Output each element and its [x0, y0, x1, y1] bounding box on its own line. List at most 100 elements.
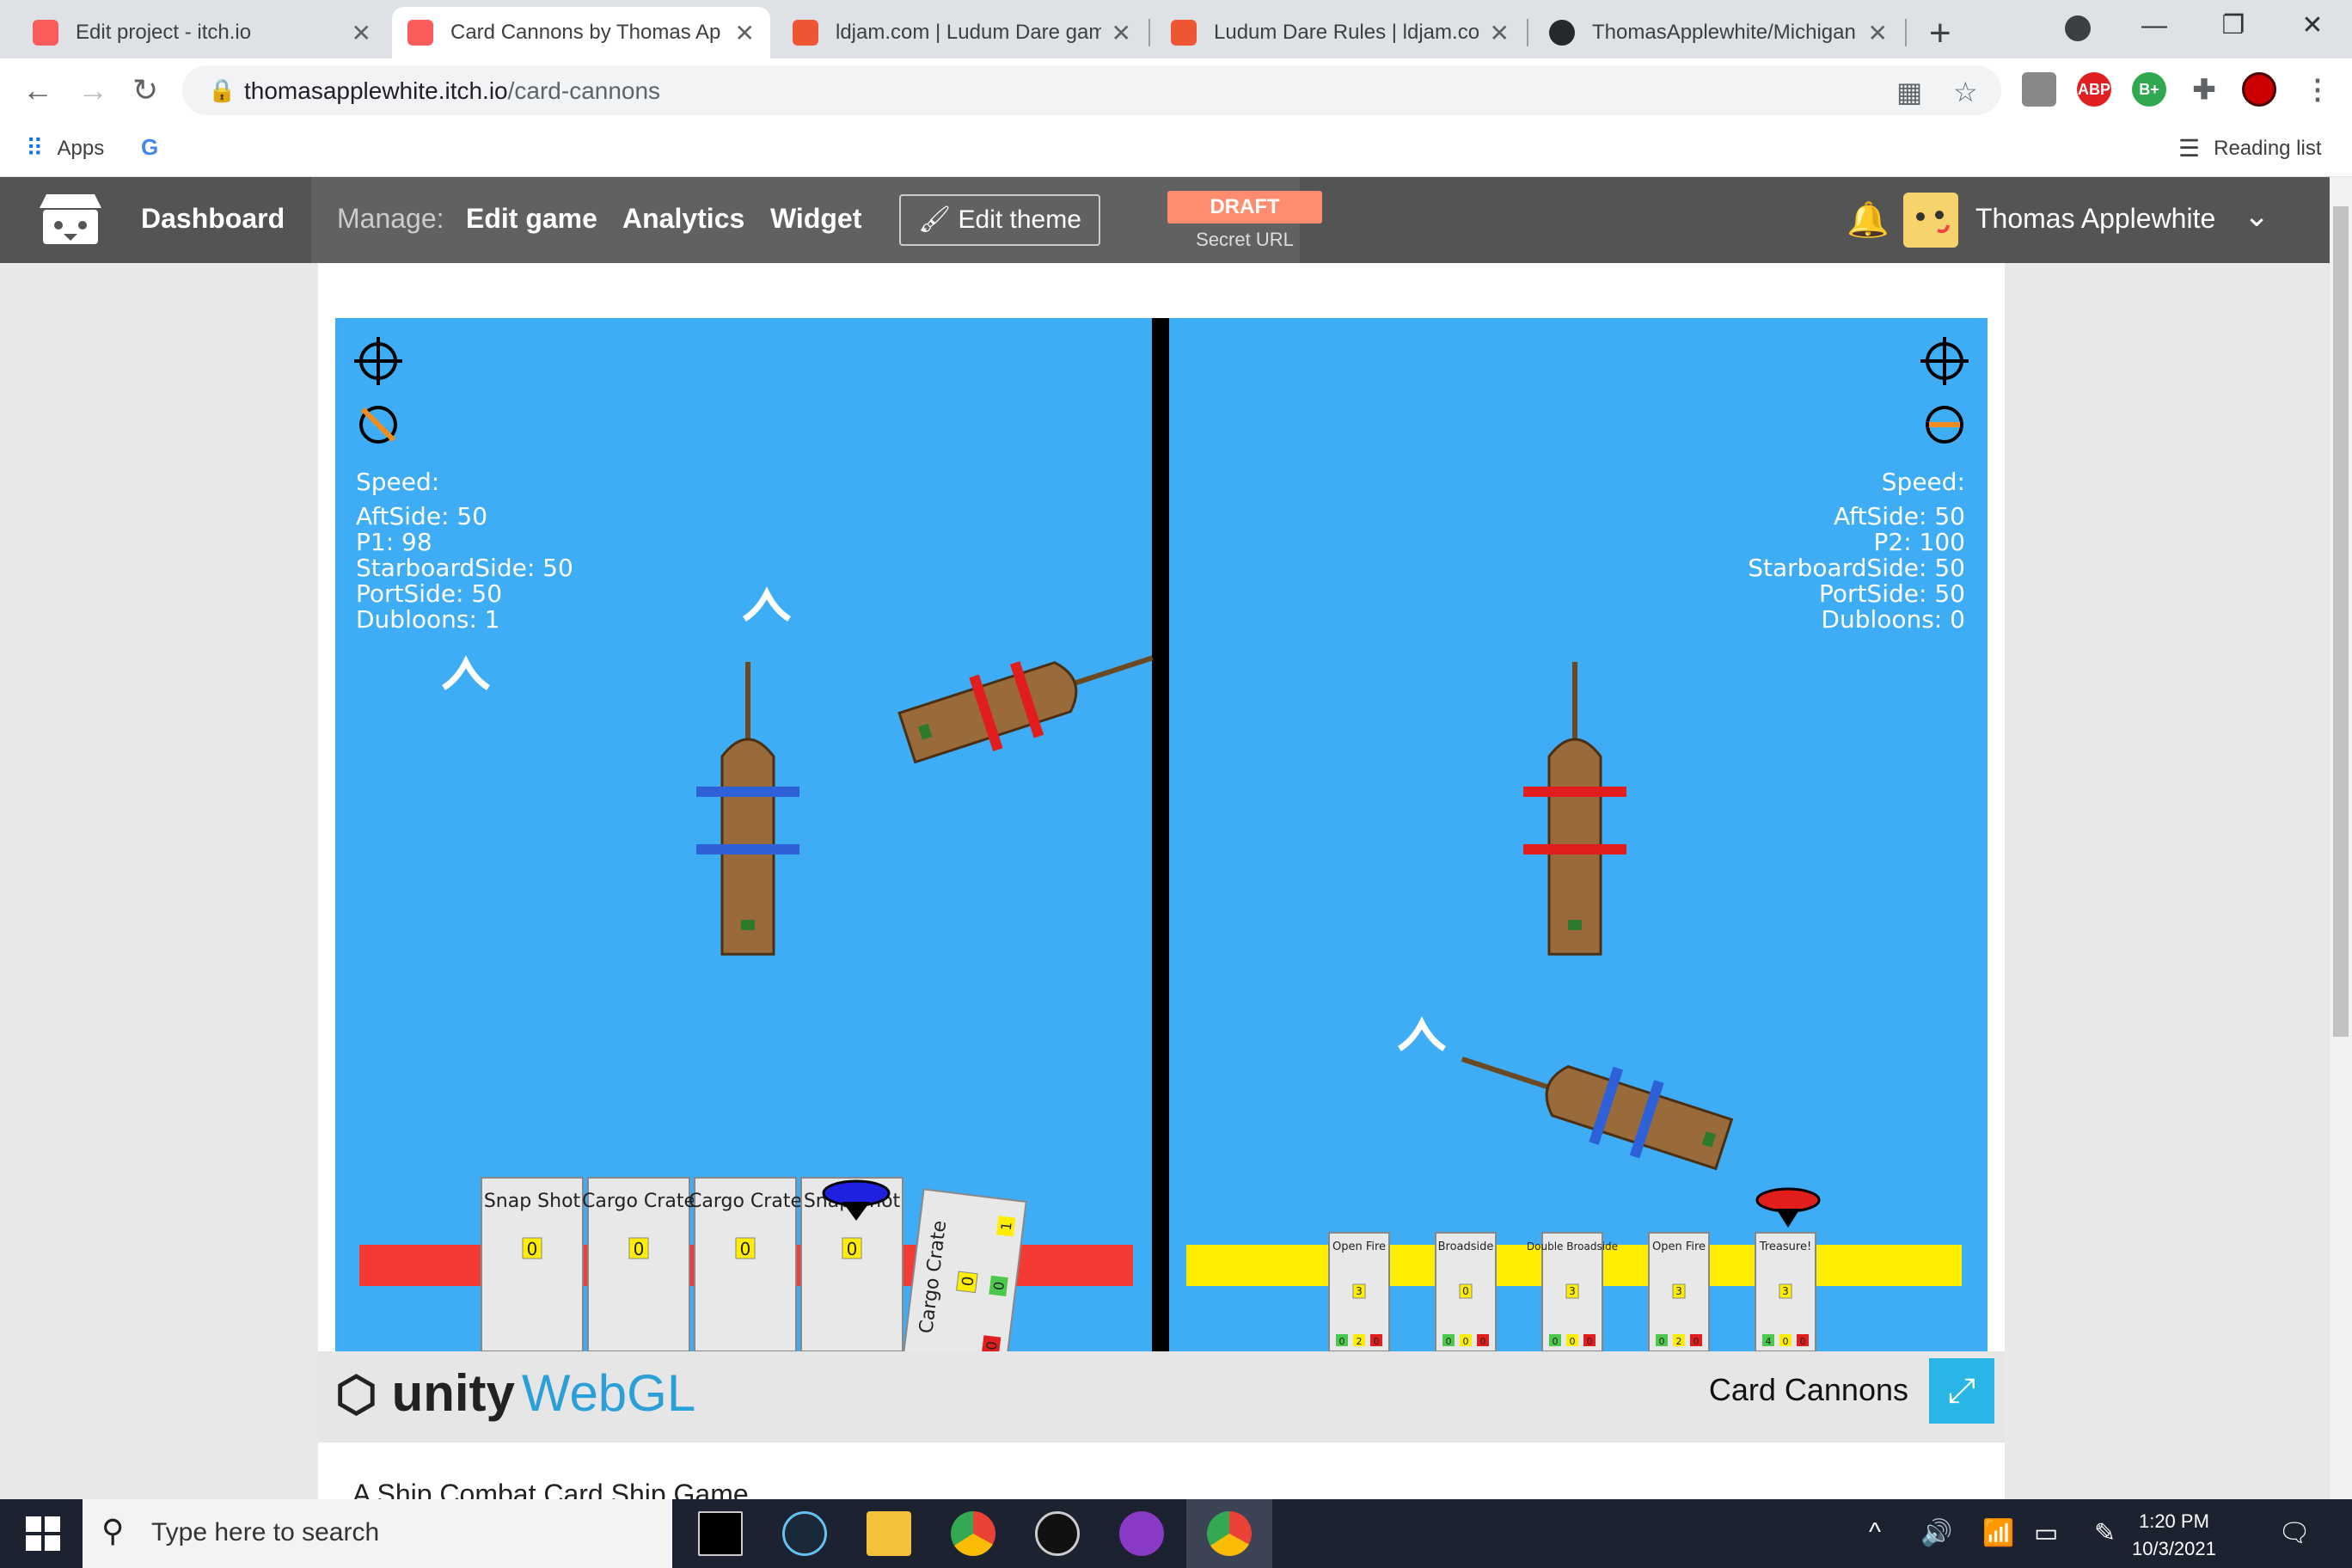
clock-date: 10/3/2021 — [2132, 1538, 2216, 1559]
edit-theme-button[interactable]: 🖌 Edit theme — [899, 194, 1100, 246]
apps-bookmark[interactable]: ⠿ Apps — [26, 134, 104, 162]
chrome-app-icon[interactable] — [951, 1511, 995, 1556]
vpn-lock-app-icon[interactable] — [1035, 1511, 1080, 1556]
card-value: 0 — [1446, 1336, 1452, 1347]
bplus-extension-icon[interactable]: B+ — [2132, 72, 2166, 107]
browser-tab-active[interactable]: Card Cannons by Thomas Ap ✕ — [392, 7, 770, 58]
browser-tab[interactable]: Edit project - itch.io ✕ — [17, 7, 387, 58]
volume-icon[interactable]: 🔊 — [1920, 1518, 1952, 1548]
browser-tab[interactable]: ThomasApplewhite/Michigan ✕ — [1534, 7, 1903, 58]
google-bookmark-icon[interactable]: G — [141, 134, 158, 161]
extensions-puzzle-icon[interactable]: ✚ — [2187, 72, 2221, 107]
chrome-profile-app-icon[interactable] — [1207, 1511, 1252, 1556]
game-canvas[interactable]: Speed: AftSide: 50 P1: 98 StarboardSide:… — [335, 318, 1988, 1351]
forward-arrow-icon[interactable]: → — [77, 72, 108, 108]
itch-logo-icon[interactable] — [38, 189, 103, 249]
address-bar[interactable]: 🔒 thomasapplewhite.itch.io/card-cannons … — [182, 65, 2001, 115]
new-tab-plus-icon[interactable]: + — [1929, 12, 1951, 55]
extension-label: B+ — [2139, 81, 2159, 98]
adblock-plus-icon[interactable]: ABP — [2077, 72, 2111, 107]
p2-hand-card[interactable]: Open Fire 3 0 2 0 — [1328, 1232, 1390, 1351]
close-tab-icon[interactable]: ✕ — [1112, 19, 1131, 47]
chrome-menu-icon[interactable]: ⋮ — [2300, 72, 2335, 107]
windows-start-icon[interactable] — [26, 1516, 60, 1551]
ludum-dare-favicon-icon — [1171, 20, 1197, 46]
chevron-down-icon[interactable]: ⌄ — [2244, 198, 2269, 234]
p1-hand-card[interactable]: Cargo Crate 0 — [689, 1177, 802, 1351]
minimize-icon[interactable]: — — [2115, 0, 2194, 52]
draft-status: DRAFT Secret URL — [1167, 191, 1322, 251]
qr-code-icon[interactable]: ▦ — [1896, 76, 1922, 108]
battery-icon[interactable]: ▭ — [2034, 1518, 2058, 1548]
p1-hand-card[interactable]: Cargo Crate 0 — [582, 1177, 695, 1351]
notifications-bell-icon[interactable]: 🔔 — [1847, 199, 1890, 240]
unity-cube-icon: ⬡ — [335, 1367, 377, 1421]
browser-tab[interactable]: Ludum Dare Rules | ldjam.co ✕ — [1155, 7, 1525, 58]
close-tab-icon[interactable]: ✕ — [1868, 19, 1888, 47]
p1-hand-card[interactable]: Snap Shot 0 — [481, 1177, 584, 1351]
tab-divider — [1905, 19, 1907, 46]
tab-search-icon[interactable] — [2065, 15, 2091, 41]
pen-icon[interactable]: ✎ — [2094, 1518, 2116, 1548]
widget-link[interactable]: Widget — [770, 203, 861, 235]
p2-hand-card[interactable]: Open Fire 3 0 2 0 — [1648, 1232, 1710, 1351]
card-value: 0 — [1659, 1336, 1665, 1347]
unity-webgl-logo: ⬡ unity WebGL — [335, 1363, 695, 1423]
terminal-app-icon[interactable] — [698, 1511, 743, 1556]
unity-wordmark: unity — [391, 1364, 515, 1422]
close-tab-icon[interactable]: ✕ — [352, 19, 371, 47]
bookmark-star-icon[interactable]: ☆ — [1953, 76, 1978, 108]
close-tab-icon[interactable]: ✕ — [1490, 19, 1510, 47]
game-viewport[interactable]: Speed: AftSide: 50 P1: 98 StarboardSide:… — [335, 318, 1988, 1351]
edit-game-link[interactable]: Edit game — [466, 203, 597, 235]
scrollbar-thumb[interactable] — [2333, 206, 2349, 1037]
lock-icon[interactable]: 🔒 — [208, 77, 236, 104]
close-tab-icon[interactable]: ✕ — [735, 19, 755, 47]
card-name: Open Fire — [1332, 1240, 1386, 1253]
url-path: /card-cannons — [507, 77, 661, 104]
dashboard-link[interactable]: Dashboard — [141, 203, 285, 235]
show-hidden-icons-chevron-icon[interactable]: ^ — [1869, 1518, 1881, 1547]
card-value: 0 — [1587, 1336, 1593, 1347]
tab-title: Card Cannons by Thomas Ap — [450, 21, 721, 44]
system-clock[interactable]: 1:20 PM 10/3/2021 — [2132, 1508, 2216, 1563]
p2-hand-card[interactable]: Broadside 0 0 0 0 — [1435, 1232, 1497, 1351]
url-text[interactable]: thomasapplewhite.itch.io/card-cannons — [244, 77, 660, 105]
card-cost: 0 — [634, 1239, 645, 1259]
browser-tab[interactable]: ldjam.com | Ludum Dare gam ✕ — [777, 7, 1147, 58]
secret-url-link[interactable]: Secret URL — [1167, 229, 1322, 251]
analytics-link[interactable]: Analytics — [622, 203, 744, 235]
card-cost: 0 — [1462, 1285, 1469, 1297]
file-explorer-icon[interactable] — [867, 1511, 911, 1556]
reading-list-icon: ☰ — [2178, 135, 2201, 162]
avatar[interactable] — [1903, 193, 1958, 248]
card-name: Double Broadside — [1527, 1240, 1618, 1253]
reading-list-button[interactable]: ☰ Reading list — [2178, 134, 2322, 162]
steam-app-icon[interactable] — [782, 1511, 827, 1556]
github-desktop-icon[interactable] — [1119, 1511, 1164, 1556]
p1-held-card[interactable]: Cargo Crate 0 0 0 1 — [902, 1188, 1027, 1351]
p1-stat: Dubloons: 1 — [356, 605, 500, 634]
card-cost: 3 — [1782, 1285, 1789, 1297]
wifi-icon[interactable]: 📶 — [1982, 1518, 2014, 1548]
username[interactable]: Thomas Applewhite — [1975, 203, 2215, 235]
profile-avatar-icon[interactable] — [2242, 72, 2276, 107]
edit-theme-label: Edit theme — [958, 205, 1081, 234]
card-value: 0 — [1339, 1336, 1345, 1347]
extension-icon[interactable] — [2022, 72, 2056, 107]
card-name: Broadside — [1438, 1240, 1494, 1253]
close-window-icon[interactable]: ✕ — [2273, 0, 2352, 52]
clock-time: 1:20 PM — [2138, 1510, 2209, 1532]
p2-hand-card[interactable]: Treasure! 3 4 0 0 — [1755, 1232, 1816, 1351]
notifications-icon[interactable]: 🗨 — [2278, 1518, 2311, 1548]
p2-speed-label: Speed: — [1882, 468, 1965, 496]
tab-divider — [1527, 19, 1528, 46]
taskbar-search-box[interactable]: ⚲ Type here to search — [83, 1499, 672, 1568]
restore-icon[interactable]: ❐ — [2194, 0, 2273, 52]
card-value: 4 — [1766, 1336, 1772, 1347]
expand-arrows-icon: ⤢ — [1948, 1372, 1975, 1410]
window-controls: — ❐ ✕ — [2115, 0, 2352, 52]
back-arrow-icon[interactable]: ← — [22, 72, 53, 108]
reload-icon[interactable]: ↻ — [132, 72, 158, 108]
fullscreen-button[interactable]: ⤢ — [1929, 1358, 1994, 1424]
